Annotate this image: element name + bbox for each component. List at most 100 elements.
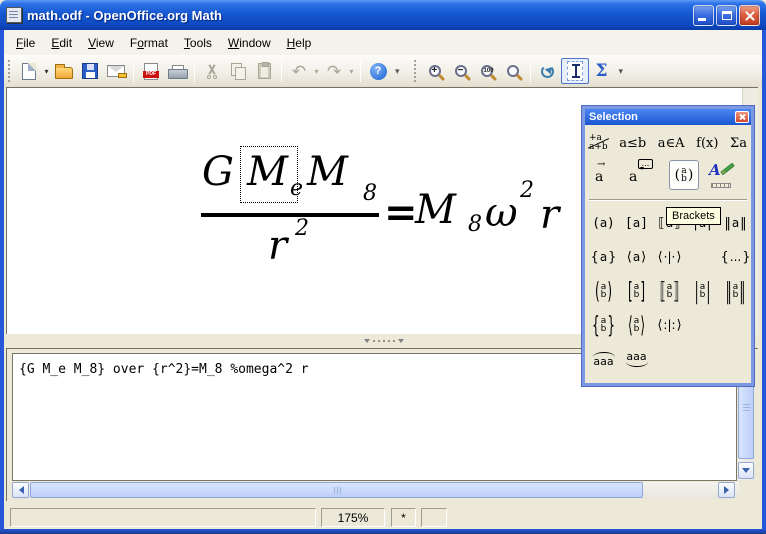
category-set-operations[interactable]: a∈A <box>658 136 685 151</box>
bracket-symbol-1-4[interactable]: {...} <box>719 240 752 274</box>
formula-rhs-superscript-2: 2 <box>520 180 534 202</box>
copy-button[interactable] <box>225 58 251 84</box>
bracket-symbol-2-4[interactable]: ‖ab‖ <box>719 274 752 308</box>
paste-button[interactable] <box>251 58 277 84</box>
zoom-out-button[interactable]: − <box>448 58 474 84</box>
bracket-symbol-0-0[interactable]: (a) <box>587 206 620 240</box>
open-button[interactable] <box>51 58 77 84</box>
status-zoom-level[interactable]: 175% <box>321 508 385 527</box>
bracket-symbol-1-2[interactable]: ⟨·|·⟩ <box>653 240 686 274</box>
scroll-left-button[interactable] <box>12 482 29 498</box>
clipboard-icon <box>258 63 271 79</box>
splitter-grip-icon[interactable] <box>358 337 410 345</box>
toolbar-drag-handle[interactable] <box>8 60 12 82</box>
menu-item-tools[interactable]: Tools <box>176 33 220 53</box>
category-formats[interactable]: A <box>709 161 735 189</box>
menu-item-window[interactable]: Window <box>220 33 279 53</box>
export-pdf-button[interactable]: PDF <box>138 58 164 84</box>
redo-button[interactable]: ↷ <box>321 58 347 84</box>
toolbar-overflow-arrow[interactable]: ▾ <box>395 66 400 77</box>
save-button[interactable] <box>77 58 103 84</box>
formula-cursor-button[interactable] <box>561 58 589 84</box>
bracket-symbol-0-4[interactable]: ‖a‖ <box>719 206 752 240</box>
bracket-symbol-1-0[interactable]: {a} <box>587 240 620 274</box>
pencil-icon <box>720 163 734 175</box>
category-relations[interactable]: a≤b <box>619 136 646 151</box>
category-functions[interactable]: f(x) <box>696 136 718 151</box>
formula-rhs-subscript-8: 8 <box>468 214 482 236</box>
arrow-down-icon <box>742 468 750 477</box>
toolbar-separator <box>281 60 282 82</box>
bracket-symbol-2-1[interactable]: [ab] <box>620 274 653 308</box>
bracket-symbol-3-1[interactable]: ⟨ab⟩ <box>620 308 653 342</box>
title-bar[interactable]: math.odf - OpenOffice.org Math <box>0 0 766 30</box>
bracket-symbol-1-1[interactable]: ⟨a⟩ <box>620 240 653 274</box>
cut-button[interactable] <box>199 58 225 84</box>
empty-cell <box>686 342 719 376</box>
redo-dropdown-arrow[interactable]: ▾ <box>347 67 356 76</box>
empty-cell <box>686 308 719 342</box>
save-floppy-icon <box>82 63 98 79</box>
menu-item-view[interactable]: View <box>80 33 122 53</box>
palette-title-bar[interactable]: Selection <box>585 109 751 125</box>
help-button[interactable]: ? <box>365 58 391 84</box>
minimize-button[interactable] <box>693 5 714 26</box>
palette-close-button[interactable] <box>735 111 749 123</box>
zoom-in-button[interactable]: + <box>422 58 448 84</box>
formula-term-M2: M <box>307 152 348 192</box>
maximize-button[interactable] <box>716 5 737 26</box>
zoom-100-icon: 100 <box>481 65 493 77</box>
command-horizontal-scrollbar[interactable] <box>12 482 739 499</box>
scroll-down-button[interactable] <box>738 462 754 479</box>
bracket-symbol-4-0[interactable]: aaa <box>587 342 620 376</box>
zoom-all-button[interactable] <box>500 58 526 84</box>
undo-button[interactable]: ↶ <box>286 58 312 84</box>
new-document-button[interactable] <box>16 58 42 84</box>
vector-arrow-icon: → <box>597 159 605 170</box>
menu-item-edit[interactable]: Edit <box>43 33 80 53</box>
formula-term-G: G <box>202 152 234 192</box>
window-border-bottom <box>0 529 766 534</box>
menu-item-help[interactable]: Help <box>279 33 320 53</box>
bracket-symbol-3-2[interactable]: ⟨:|:⟩ <box>653 308 686 342</box>
refresh-button[interactable] <box>535 58 561 84</box>
copy-icon <box>230 63 246 79</box>
formula-subscript-8: 8 <box>363 183 377 205</box>
bracket-symbol-4-1[interactable]: aaa <box>620 342 653 376</box>
toolbar-separator <box>530 60 531 82</box>
category-brackets-selected[interactable]: ( ab ) <box>669 160 699 190</box>
new-document-icon <box>22 63 36 80</box>
toolbar-overflow-arrow[interactable]: ▾ <box>619 66 624 77</box>
zoom-100-button[interactable]: 100 <box>474 58 500 84</box>
scroll-right-button[interactable] <box>718 482 735 498</box>
category-attributes[interactable]: →a <box>595 169 603 185</box>
menu-item-format[interactable]: Format <box>122 33 176 53</box>
category-unary-binary-operators[interactable]: +aa+b <box>589 134 608 152</box>
bracket-symbol-2-2[interactable]: ⟦ab⟧ <box>653 274 686 308</box>
window-border-left <box>0 30 4 529</box>
arrow-left-icon <box>15 486 24 494</box>
print-button[interactable] <box>164 58 190 84</box>
scissors-icon <box>204 63 220 79</box>
maximize-icon <box>722 11 732 20</box>
bracket-symbol-3-0[interactable]: {ab} <box>587 308 620 342</box>
zoom-out-icon: − <box>455 65 467 77</box>
fraction-bar <box>201 213 379 217</box>
bracket-symbol-2-3[interactable]: |ab| <box>686 274 719 308</box>
toolbar-drag-handle[interactable] <box>414 60 418 82</box>
status-bar: 175% * <box>4 502 762 529</box>
app-icon[interactable] <box>6 7 22 23</box>
horizontal-scroll-thumb[interactable] <box>30 482 643 498</box>
category-others[interactable]: a... <box>629 169 637 185</box>
symbols-button[interactable]: Σ <box>589 58 615 84</box>
menu-item-file[interactable]: File <box>8 33 43 53</box>
bracket-symbol-0-1[interactable]: [a] <box>620 206 653 240</box>
redo-arrow-icon: ↷ <box>327 63 341 80</box>
undo-dropdown-arrow[interactable]: ▾ <box>312 67 321 76</box>
ruler-icon <box>711 183 731 188</box>
close-button[interactable] <box>739 5 760 26</box>
category-operators[interactable]: Σa <box>730 136 747 151</box>
bracket-symbol-2-0[interactable]: (ab) <box>587 274 620 308</box>
email-button[interactable] <box>103 58 129 84</box>
new-dropdown-arrow[interactable]: ▾ <box>42 67 51 76</box>
